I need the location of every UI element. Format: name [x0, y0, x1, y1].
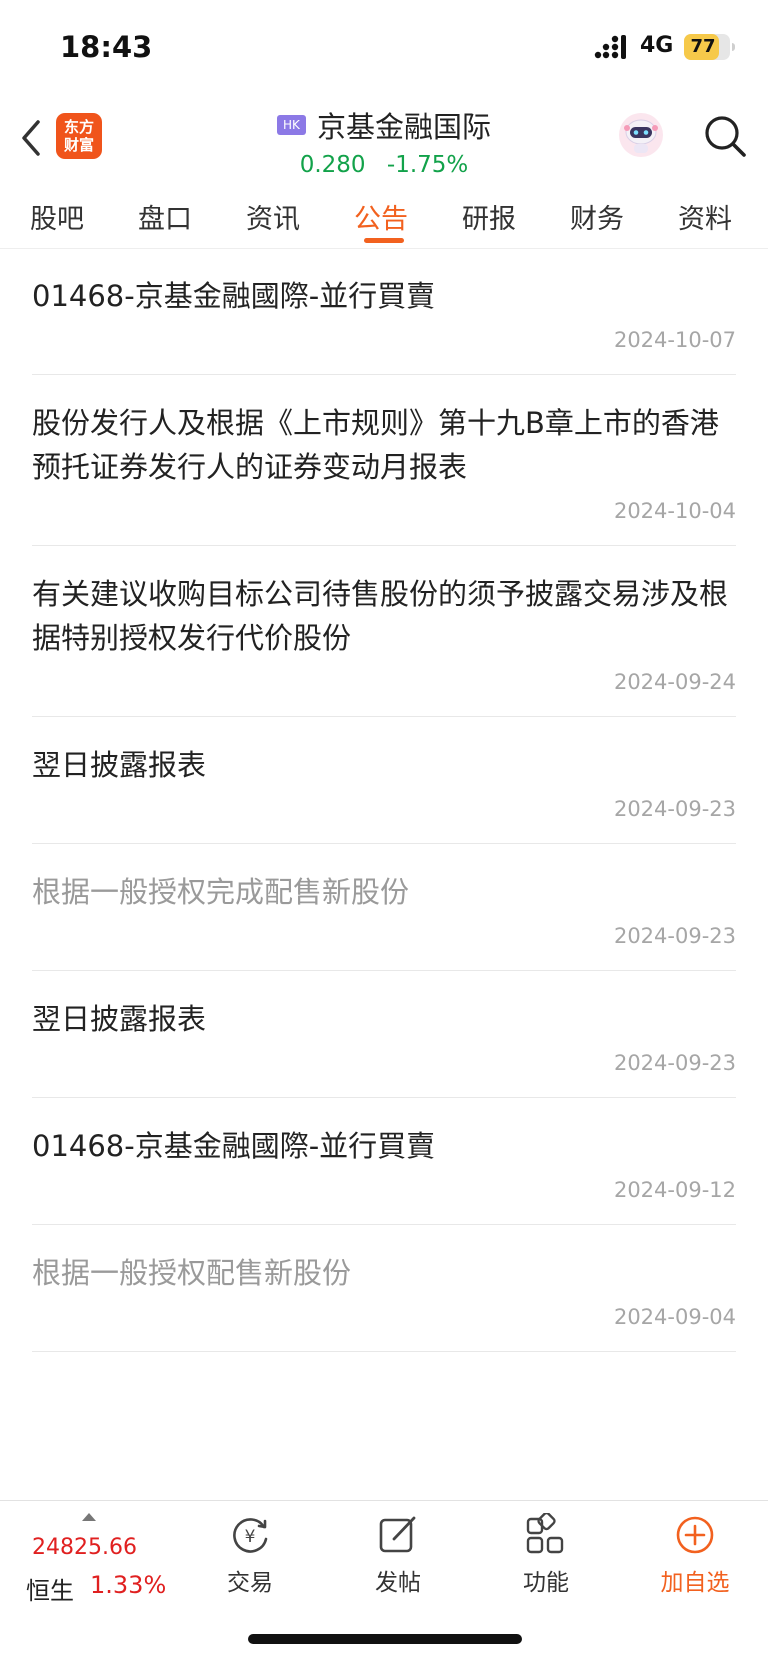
announcement-item[interactable]: 01468-京基金融國際-並行買賣 2024-09-12	[32, 1098, 736, 1225]
tab-research[interactable]: 研报	[462, 197, 516, 236]
announcement-date: 2024-10-04	[613, 499, 736, 523]
active-tab-indicator	[364, 238, 404, 243]
grid-icon	[526, 1513, 564, 1554]
announcement-item[interactable]: 翌日披露报表 2024-09-23	[32, 717, 736, 844]
announcement-date: 2024-09-23	[613, 797, 736, 821]
announcement-date: 2024-09-24	[613, 670, 736, 694]
announcement-date: 2024-09-12	[613, 1178, 736, 1202]
announcement-list: 01468-京基金融國際-並行買賣 2024-10-07 股份发行人及根据《上市…	[32, 248, 736, 1352]
search-icon[interactable]	[702, 113, 748, 159]
eastmoney-logo[interactable]: 东方 财富	[56, 113, 102, 159]
stock-header: 东方 财富 HK 京基金融国际 0.280 -1.75%	[0, 96, 768, 180]
price-line: 0.280 -1.75%	[200, 152, 568, 178]
announcement-title: 翌日披露报表	[32, 1002, 207, 1036]
compose-icon	[379, 1516, 416, 1553]
announcement-title: 01468-京基金融國際-並行買賣	[32, 1129, 436, 1163]
announcement-title: 01468-京基金融國際-並行買賣	[32, 279, 436, 313]
announcement-item[interactable]: 根据一般授权配售新股份 2024-09-04	[32, 1225, 736, 1352]
announcement-item[interactable]: 翌日披露报表 2024-09-23	[32, 971, 736, 1098]
index-value: 24825.66	[32, 1535, 137, 1560]
announcement-item[interactable]: 01468-京基金融國際-並行買賣 2024-10-07	[32, 248, 736, 375]
stock-title: HK 京基金融国际 0.280 -1.75%	[200, 104, 568, 178]
trade-icon: ¥	[233, 1518, 268, 1553]
tab-guba[interactable]: 股吧	[30, 197, 84, 236]
back-icon[interactable]	[18, 118, 44, 158]
announcement-item[interactable]: 股份发行人及根据《上市规则》第十九B章上市的香港预托证券发行人的证券变动月报表 …	[32, 375, 736, 546]
tab-profile[interactable]: 资料	[678, 197, 732, 236]
index-change: 1.33%	[90, 1571, 167, 1599]
market-badge: HK	[276, 115, 306, 135]
tab-news[interactable]: 资讯	[246, 197, 300, 236]
status-bar: 18:43 4G 77	[0, 0, 768, 96]
announcement-title: 翌日披露报表	[32, 748, 207, 782]
announcement-date: 2024-10-07	[613, 328, 736, 352]
battery-icon: 77	[684, 34, 735, 60]
tab-bar: 股吧 盘口 资讯 公告 研报 财务 资料	[0, 180, 768, 249]
tab-pankou[interactable]: 盘口	[138, 197, 192, 236]
network-type: 4G	[640, 33, 674, 58]
index-name: 恒生	[26, 1577, 74, 1605]
battery-level: 77	[690, 36, 716, 57]
announcement-item[interactable]: 有关建议收购目标公司待售股份的须予披露交易涉及根据特别授权发行代价股份 2024…	[32, 546, 736, 717]
announcement-date: 2024-09-23	[613, 924, 736, 948]
announcement-title: 有关建议收购目标公司待售股份的须予披露交易涉及根据特别授权发行代价股份	[32, 577, 729, 655]
announcement-date: 2024-09-23	[613, 1051, 736, 1075]
add-circle-icon	[676, 1516, 714, 1554]
tab-announcements[interactable]: 公告	[354, 197, 408, 236]
status-time: 18:43	[60, 30, 153, 64]
stock-name: 京基金融国际	[316, 110, 491, 144]
ai-assistant-robot-icon[interactable]	[618, 112, 664, 158]
expand-up-arrow-icon	[82, 1513, 96, 1521]
signal-icon	[594, 35, 626, 59]
stock-change: -1.75%	[386, 152, 469, 178]
functions-button[interactable]: 功能	[491, 1513, 601, 1597]
add-watchlist-button[interactable]: 加自选	[640, 1513, 750, 1597]
home-indicator[interactable]	[248, 1634, 522, 1644]
announcement-title: 股份发行人及根据《上市规则》第十九B章上市的香港预托证券发行人的证券变动月报表	[32, 406, 719, 484]
post-button[interactable]: 发帖	[343, 1513, 453, 1597]
announcement-title: 根据一般授权配售新股份	[32, 1256, 352, 1290]
announcement-title: 根据一般授权完成配售新股份	[32, 875, 410, 909]
svg-text:¥: ¥	[245, 1527, 256, 1547]
announcement-date: 2024-09-04	[613, 1305, 736, 1329]
tab-finance[interactable]: 财务	[570, 197, 624, 236]
stock-price: 0.280	[299, 152, 366, 178]
trade-button[interactable]: ¥ 交易	[195, 1513, 305, 1597]
announcement-item[interactable]: 根据一般授权完成配售新股份 2024-09-23	[32, 844, 736, 971]
